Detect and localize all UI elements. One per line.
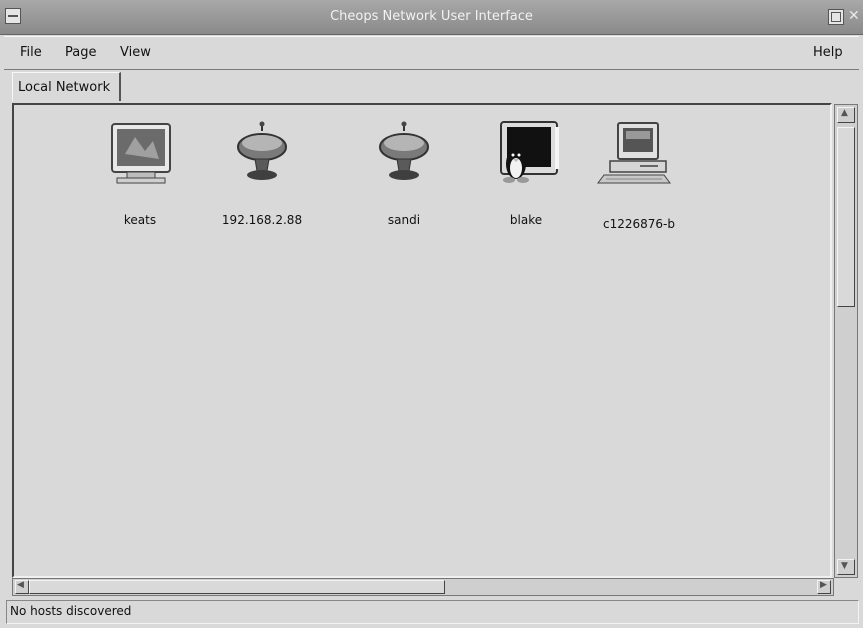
window-title: Cheops Network User Interface [330,9,533,24]
horizontal-scrollbar[interactable] [12,578,834,596]
scroll-right-button[interactable] [817,580,831,594]
close-button[interactable]: ✕ [848,8,860,24]
tab-local-network[interactable]: Local Network [12,72,121,101]
globe-icon [237,121,287,180]
desktop-computer-icon [597,122,671,184]
app-window: Cheops Network User Interface ✕ File Pag… [0,0,863,628]
status-text: No hosts discovered [10,604,132,618]
host-item[interactable]: sandi [349,119,459,229]
monitor-icon [111,123,171,184]
scroll-left-button[interactable] [15,580,29,594]
tab-label: Local Network [18,80,111,95]
host-label: 192.168.2.88 [221,213,303,227]
globe-icon [379,121,429,180]
host-item[interactable]: 192.168.2.88 [207,119,317,229]
menu-view[interactable]: View [120,45,151,60]
host-label: blake [509,213,543,227]
menu-help[interactable]: Help [813,45,843,60]
scroll-down-button[interactable] [837,559,855,575]
host-item[interactable]: c1226876-b [584,119,694,231]
host-item[interactable]: keats [85,119,195,229]
menu-bar: File Page View Help [4,36,859,70]
host-label: sandi [387,213,421,227]
scroll-up-button[interactable] [837,107,855,123]
menu-file[interactable]: File [20,45,42,60]
title-bar[interactable]: Cheops Network User Interface ✕ [0,0,863,35]
status-bar: No hosts discovered [6,600,859,624]
host-label: c1226876-b [603,217,675,231]
vertical-scroll-thumb[interactable] [837,127,855,307]
host-label: keats [123,213,157,227]
menu-page[interactable]: Page [65,45,96,60]
linux-penguin-icon [500,121,559,183]
maximize-button[interactable] [828,9,844,25]
host-item[interactable]: blake [471,119,581,229]
vertical-scrollbar[interactable] [834,104,858,578]
horizontal-scroll-thumb[interactable] [29,580,445,594]
network-view[interactable]: keats 192.168.2.88 sandi blake c1226876-… [12,103,832,578]
